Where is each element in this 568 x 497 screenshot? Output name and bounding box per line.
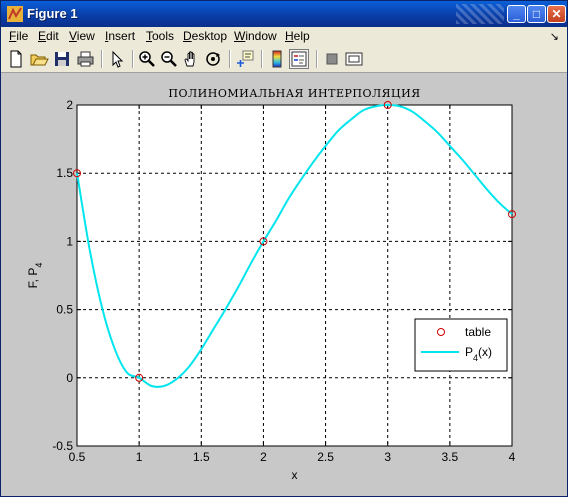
toolbar-separator — [316, 50, 318, 68]
toolbar-separator — [132, 50, 134, 68]
legend-label-table: table — [465, 325, 491, 339]
y-axis-label-main: F, P — [26, 268, 40, 289]
menu-desktop[interactable]: Desktop — [183, 29, 227, 43]
x-tick-label: 1.5 — [193, 450, 210, 464]
figure-canvas: 0.5 1 1.5 2 2.5 3 3.5 4 -0.5 0 0.5 1 1.5 2 ПОЛИНОМИАЛ… — [1, 73, 567, 496]
hide-plot-tools-icon[interactable] — [322, 49, 342, 69]
minimize-button[interactable]: _ — [507, 5, 526, 23]
y-tick-label: -0.5 — [52, 439, 73, 453]
legend-box[interactable] — [414, 318, 508, 372]
x-tick-label: 1 — [136, 450, 143, 464]
pan-hand-icon[interactable] — [181, 49, 201, 69]
x-tick-label: 3.5 — [442, 450, 459, 464]
legend-label-p4-suffix: (x) — [478, 345, 492, 359]
y-tick-label: 2 — [66, 98, 73, 112]
menu-label: iew — [76, 29, 95, 43]
menu-edit[interactable]: Edit — [38, 29, 59, 43]
close-button[interactable]: ✕ — [547, 5, 566, 23]
legend-label-p4-main: P — [465, 345, 473, 359]
y-tick-label: 1.5 — [56, 166, 73, 180]
print-icon[interactable] — [75, 49, 95, 69]
maximize-button[interactable]: □ — [527, 5, 546, 23]
menu-label: dit — [46, 29, 59, 43]
title-bar[interactable]: Figure 1 _ □ ✕ — [1, 1, 567, 27]
minimize-icon: _ — [513, 7, 520, 21]
colorbar-icon[interactable] — [267, 49, 287, 69]
menu-label: esktop — [191, 29, 228, 43]
menu-insert[interactable]: Insert — [105, 29, 135, 43]
plot-canvas: 0.5 1 1.5 2 2.5 3 3.5 4-0.500.511.52 ПОЛИНОМИАЛ… — [26, 87, 516, 482]
menu-mnemonic: V — [69, 29, 77, 43]
x-tick-label: 4 — [509, 450, 516, 464]
y-axis-label: F, P4 — [26, 263, 44, 289]
y-tick-label: 1 — [66, 234, 73, 248]
menu-dock-arrow-icon[interactable]: ↘ — [550, 30, 559, 43]
x-tick-label: 3 — [384, 450, 391, 464]
menu-tools[interactable]: Tools — [146, 29, 174, 43]
title-decoration — [456, 4, 504, 24]
menu-label: ile — [16, 29, 29, 43]
menu-label: ools — [152, 29, 175, 43]
menu-label: nsert — [108, 29, 136, 43]
menu-view[interactable]: View — [69, 29, 95, 43]
figure-window: Figure 1 _ □ ✕ ↘ File Edit View Insert Tools… — [0, 0, 568, 497]
x-tick-label: 2 — [260, 450, 267, 464]
rotate-3d-icon[interactable] — [203, 49, 223, 69]
show-plot-tools-icon[interactable] — [344, 49, 364, 69]
y-axis-label-group: F, P4 — [26, 263, 44, 289]
menu-mnemonic: D — [183, 29, 192, 43]
legend[interactable]: table P4(x) — [414, 318, 508, 372]
window-title: Figure 1 — [27, 6, 78, 21]
zoom-out-icon[interactable] — [159, 49, 179, 69]
save-icon[interactable] — [52, 49, 72, 69]
zoom-in-icon[interactable] — [137, 49, 157, 69]
chart-title: ПОЛИНОМИАЛЬНАЯ ИНТЕРПОЛЯЦИЯ — [168, 87, 420, 100]
close-icon: ✕ — [551, 7, 562, 21]
toolbar-separator — [101, 50, 103, 68]
menu-help[interactable]: Help — [285, 29, 310, 43]
menu-label: indow — [245, 29, 277, 43]
x-tick-label: 2.5 — [317, 450, 334, 464]
menu-window[interactable]: Window — [234, 29, 277, 43]
menu-mnemonic: H — [285, 29, 294, 43]
y-axis-label-sub: 4 — [34, 263, 44, 268]
matlab-icon — [7, 6, 23, 22]
maximize-icon: □ — [532, 7, 541, 21]
y-tick-label: 0.5 — [56, 303, 73, 317]
menu-file[interactable]: File — [9, 29, 28, 43]
new-figure-icon[interactable] — [6, 49, 26, 69]
toolbar — [1, 46, 567, 73]
axes-background[interactable] — [77, 105, 512, 446]
toolbar-separator — [261, 50, 263, 68]
menu-label: elp — [293, 29, 310, 43]
open-file-icon[interactable] — [29, 49, 49, 69]
menu-mnemonic: E — [38, 29, 47, 43]
y-tick-label: 0 — [66, 371, 73, 385]
menu-mnemonic: W — [234, 29, 246, 43]
legend-icon[interactable] — [289, 49, 309, 69]
data-cursor-icon[interactable] — [235, 49, 255, 69]
x-axis-label: x — [292, 468, 298, 482]
toolbar-separator — [229, 50, 231, 68]
select-arrow-icon[interactable] — [107, 49, 127, 69]
menu-bar: ↘ File Edit View Insert Tools Desktop Window He… — [1, 27, 567, 46]
